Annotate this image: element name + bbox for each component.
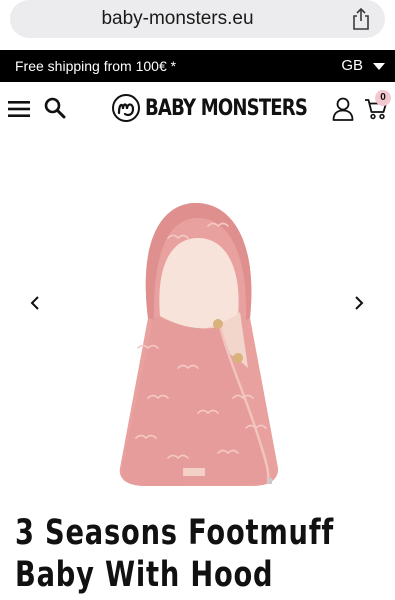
search-icon[interactable] (44, 97, 66, 119)
promo-text: Free shipping from 100€ * (15, 58, 177, 74)
product-title: 3 Seasons Footmuff Baby With Hood (15, 513, 335, 595)
share-icon[interactable] (351, 8, 371, 30)
language-label: GB (341, 57, 363, 74)
menu-icon[interactable] (8, 99, 31, 119)
logo-mark-icon (112, 94, 140, 122)
promo-bar: Free shipping from 100€ * GB (0, 50, 395, 82)
product-title-wrap: 3 Seasons Footmuff Baby With Hood (15, 512, 385, 596)
chevron-left-icon[interactable] (28, 294, 42, 312)
product-image[interactable] (108, 198, 288, 494)
chevron-right-icon[interactable] (352, 294, 366, 312)
product-gallery (0, 136, 395, 500)
chevron-down-icon (373, 63, 385, 70)
brand-logo[interactable]: BABY MONSTERS (111, 93, 343, 123)
user-icon[interactable] (332, 97, 354, 121)
url-text: baby-monsters.eu (101, 8, 254, 29)
brand-name: BABY MONSTERS (145, 95, 308, 121)
url-field[interactable]: baby-monsters.eu (10, 0, 385, 38)
site-header: BABY MONSTERS 0 (0, 82, 395, 136)
cart-count-badge: 0 (375, 90, 391, 106)
language-select[interactable]: GB (341, 57, 385, 74)
browser-address-bar: baby-monsters.eu (0, 0, 395, 48)
